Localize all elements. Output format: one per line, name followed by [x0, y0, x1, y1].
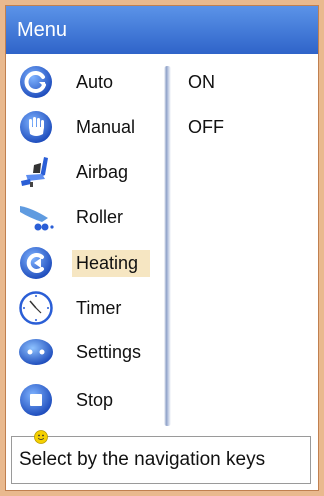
menu-item-airbag[interactable]: Airbag [18, 152, 163, 192]
window-title: Menu [17, 19, 68, 41]
menu-item-stop[interactable]: Stop [18, 380, 163, 420]
hint-text: Select by the navigation keys [19, 449, 266, 470]
hand-icon [18, 109, 54, 145]
hint-box: Select by the navigation keys [11, 436, 311, 484]
option-off[interactable]: OFF [188, 107, 224, 147]
roller-icon [18, 199, 54, 235]
heating-icon [18, 245, 54, 281]
menu-item-label: Stop [76, 389, 114, 410]
menu-item-settings[interactable]: Settings [18, 332, 163, 372]
massage-chair-icon [18, 154, 54, 190]
stop-icon [18, 382, 54, 418]
menu-item-label: Settings [76, 341, 142, 362]
smiley-icon [34, 430, 48, 444]
menu-window: Menu Auto Manual Airbag Roller Heating T… [5, 5, 319, 491]
menu-item-auto[interactable]: Auto [18, 62, 163, 102]
option-on[interactable]: ON [188, 62, 215, 102]
menu-item-label: Manual [76, 116, 136, 137]
menu-item-roller[interactable]: Roller [18, 197, 163, 237]
auto-icon [18, 64, 54, 100]
menu-item-heating[interactable]: Heating [18, 243, 163, 283]
menu-item-label: Heating [72, 249, 151, 277]
column-divider [164, 66, 171, 426]
menu-item-timer[interactable]: Timer [18, 288, 163, 328]
menu-item-manual[interactable]: Manual [18, 107, 163, 147]
menu-item-label: Timer [76, 297, 122, 318]
clock-icon [18, 290, 54, 326]
settings-icon [18, 334, 54, 370]
menu-item-label: Roller [76, 206, 124, 227]
menu-item-label: Auto [76, 71, 114, 92]
menu-item-label: Airbag [76, 161, 129, 182]
title-bar: Menu [6, 6, 318, 54]
